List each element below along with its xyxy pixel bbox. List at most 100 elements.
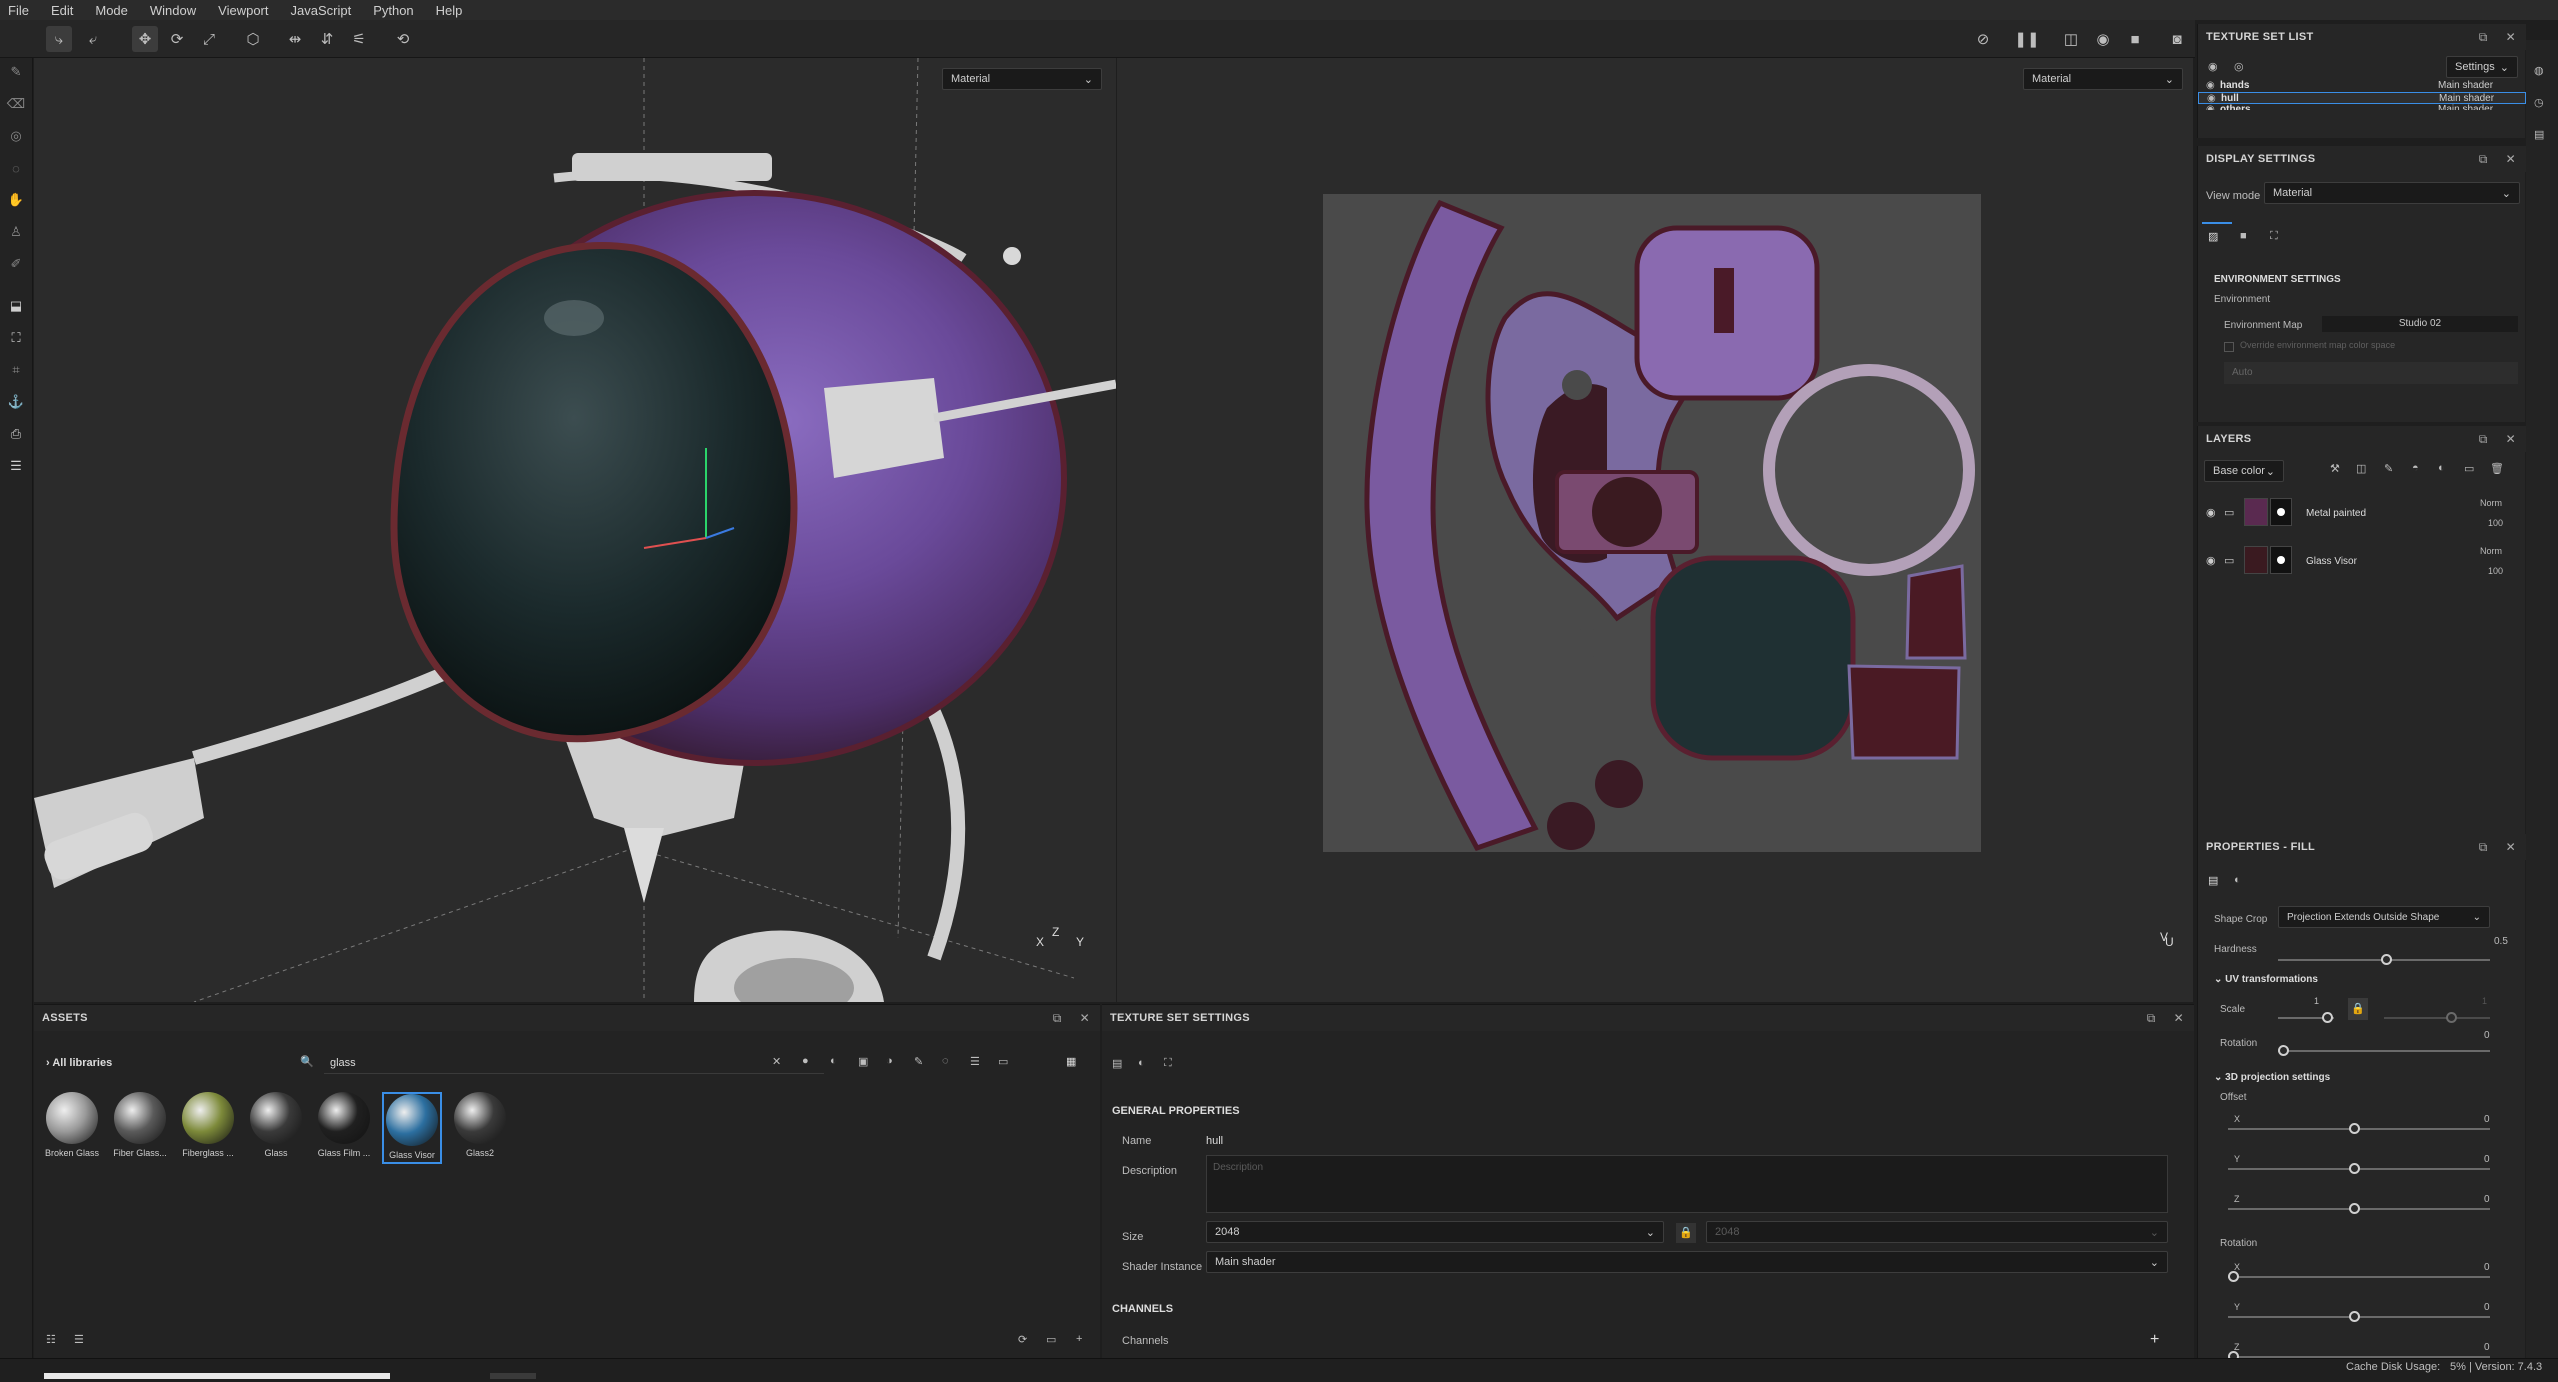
eye-icon[interactable]: ◉	[2206, 506, 2216, 519]
projection-rotation-value[interactable]: 0	[2484, 1262, 2490, 1273]
offset-slider-handle[interactable]	[2349, 1123, 2360, 1134]
viewport-2d-mode-select[interactable]: Material ⌄	[2023, 68, 2183, 90]
search-input[interactable]: glass	[330, 1057, 356, 1069]
menu-item-viewport[interactable]: Viewport	[218, 3, 268, 18]
render-icon[interactable]: ◉	[2090, 26, 2116, 52]
layer-blend-mode[interactable]: Norm	[2480, 546, 2502, 556]
uv-transformations-toggle[interactable]: ⌄ UV transformations	[2214, 974, 2318, 985]
scale-value-2[interactable]: 1	[2482, 996, 2487, 1006]
layer-blend-mode[interactable]: Norm	[2480, 498, 2502, 508]
eye-solo-icon[interactable]: ◎	[2234, 60, 2244, 73]
colorspace-auto-field[interactable]: Auto	[2224, 362, 2518, 384]
scale-slider-handle[interactable]	[2322, 1012, 2333, 1023]
add-paint-layer-icon[interactable]: ✎	[2384, 462, 2393, 475]
camera-tab-icon[interactable]: ■	[2240, 230, 2247, 242]
new-folder-icon[interactable]: ▭	[1046, 1333, 1056, 1346]
add-mask-icon[interactable]: ◫	[2356, 462, 2366, 475]
fill-tab-icon[interactable]: ▤	[2208, 874, 2218, 887]
projection-rotation-value[interactable]: 0	[2484, 1342, 2490, 1353]
size-height-select[interactable]: 2048 ⌄	[1706, 1221, 2168, 1243]
tss-tab-settings-icon[interactable]: ▤	[1112, 1057, 1122, 1070]
library-selector[interactable]: › All libraries	[46, 1057, 112, 1069]
uv-rotation-slider-handle[interactable]	[2278, 1045, 2289, 1056]
close-icon[interactable]: ✕	[1080, 1011, 1090, 1026]
projection-icon[interactable]: ◎	[6, 126, 26, 146]
close-icon[interactable]: ✕	[2506, 30, 2516, 45]
move-tool-icon[interactable]: ✥	[132, 26, 158, 52]
viewport-3d[interactable]: X Z Y Material ⌄	[34, 58, 1116, 1002]
filter-brushes-icon[interactable]: ✎	[914, 1055, 923, 1068]
smudge-icon[interactable]: ✋	[6, 190, 26, 210]
hide-icon[interactable]: ⊘	[1970, 26, 1996, 52]
filter-smart-materials-icon[interactable]: ◐	[830, 1055, 837, 1067]
filter-environments-icon[interactable]: ☰	[970, 1055, 980, 1068]
texture-set-row[interactable]: ◉ hands Main shader	[2198, 80, 2526, 92]
symmetry-icon[interactable]: ⚟	[346, 26, 372, 52]
menu-item-edit[interactable]: Edit	[51, 3, 73, 18]
menu-item-file[interactable]: File	[8, 3, 29, 18]
list-icon[interactable]: ☰	[74, 1333, 84, 1346]
offset-value[interactable]: 0	[2484, 1114, 2490, 1125]
tss-tab-uv-icon[interactable]: ⛶	[1164, 1057, 1172, 1070]
maximize-icon[interactable]: ⧉	[2147, 1011, 2156, 1026]
projection-rotation-value[interactable]: 0	[2484, 1302, 2490, 1313]
layer-row[interactable]: ◉ ▭ Metal painted Norm 100	[2198, 492, 2526, 536]
asset-thumbnail[interactable]: Fiberglass ...	[178, 1092, 238, 1164]
export-icon[interactable]: ⎙	[6, 424, 26, 444]
add-channel-icon[interactable]: +	[2150, 1331, 2159, 1349]
override-checkbox[interactable]	[2224, 342, 2234, 352]
close-icon[interactable]: ✕	[2506, 840, 2516, 855]
mirror-y-icon[interactable]: ⇵	[314, 26, 340, 52]
clone-icon[interactable]: ♙	[6, 222, 26, 242]
eye-icon[interactable]: ◉	[2206, 104, 2215, 110]
brush-icon[interactable]: ✎	[6, 62, 26, 82]
offset-slider-handle[interactable]	[2349, 1203, 2360, 1214]
name-value[interactable]: hull	[1206, 1135, 1223, 1147]
menu-item-javascript[interactable]: JavaScript	[290, 3, 351, 18]
description-field[interactable]: Description	[1206, 1155, 2168, 1213]
filter-masks-icon[interactable]: ◑	[886, 1055, 893, 1067]
environment-map-field[interactable]: Studio 02	[2322, 316, 2518, 332]
scale-lock-icon[interactable]: 🔒	[2348, 998, 2368, 1020]
refresh-icon[interactable]: ⟳	[1018, 1333, 1027, 1346]
asset-thumbnail[interactable]: Glass	[246, 1092, 306, 1164]
add-effect-icon[interactable]: ⚒	[2330, 462, 2340, 475]
close-icon[interactable]: ✕	[2174, 1011, 2184, 1026]
projection-rotation-slider-handle[interactable]	[2228, 1271, 2239, 1282]
menu-item-help[interactable]: Help	[436, 3, 463, 18]
size-select[interactable]: 2048 ⌄	[1206, 1221, 1664, 1243]
shape-crop-select[interactable]: Projection Extends Outside Shape ⌄	[2278, 906, 2490, 928]
settings-dropdown[interactable]: Settings ⌄	[2446, 56, 2518, 78]
eraser-icon[interactable]: ⌫	[6, 94, 26, 114]
filter-materials-icon[interactable]: ●	[802, 1055, 809, 1067]
view-mode-select[interactable]: Material ⌄	[2264, 182, 2520, 204]
asset-thumbnail[interactable]: Glass2	[450, 1092, 510, 1164]
delete-layer-icon[interactable]: 🗑	[2490, 462, 2504, 475]
menu-item-window[interactable]: Window	[150, 3, 196, 18]
material-tab-icon[interactable]: ◐	[2234, 874, 2241, 886]
scale-value[interactable]: 1	[2314, 996, 2319, 1006]
add-folder-icon[interactable]: ▭	[2464, 462, 2474, 475]
texture-set-row[interactable]: ◉ others Main shader	[2198, 104, 2526, 110]
maximize-icon[interactable]: ⧉	[2479, 30, 2488, 45]
color-picker-icon[interactable]: ✐	[6, 254, 26, 274]
asset-thumbnail[interactable]: Fiber Glass...	[110, 1092, 170, 1164]
filter-textures-icon[interactable]: ▣	[858, 1055, 868, 1068]
paint-mode-icon[interactable]: ⤷	[46, 26, 72, 52]
rotate-tool-icon[interactable]: ⟳	[164, 26, 190, 52]
history-icon[interactable]: ⟲	[390, 26, 416, 52]
shelf-icon[interactable]: ◍	[2534, 64, 2544, 77]
viewer-tab-icon[interactable]: ⛶	[2270, 230, 2278, 243]
projection-rotation-slider-handle[interactable]	[2349, 1311, 2360, 1322]
clear-search-icon[interactable]: ✕	[772, 1055, 781, 1068]
menu-item-mode[interactable]: Mode	[95, 3, 128, 18]
cube-icon[interactable]: ⬡	[240, 26, 266, 52]
offset-value[interactable]: 0	[2484, 1154, 2490, 1165]
projection-settings-toggle[interactable]: ⌄ 3D projection settings	[2214, 1072, 2330, 1083]
split-view-icon[interactable]: ◫	[2058, 26, 2084, 52]
filter-filters-icon[interactable]: ▭	[998, 1055, 1008, 1068]
eye-icon[interactable]: ◉	[2207, 93, 2216, 104]
tss-tab-bake-icon[interactable]: ◐	[1138, 1057, 1145, 1069]
polygon-fill-icon[interactable]: ⬓	[6, 296, 26, 316]
filter-particles-icon[interactable]: ◌	[942, 1055, 949, 1067]
